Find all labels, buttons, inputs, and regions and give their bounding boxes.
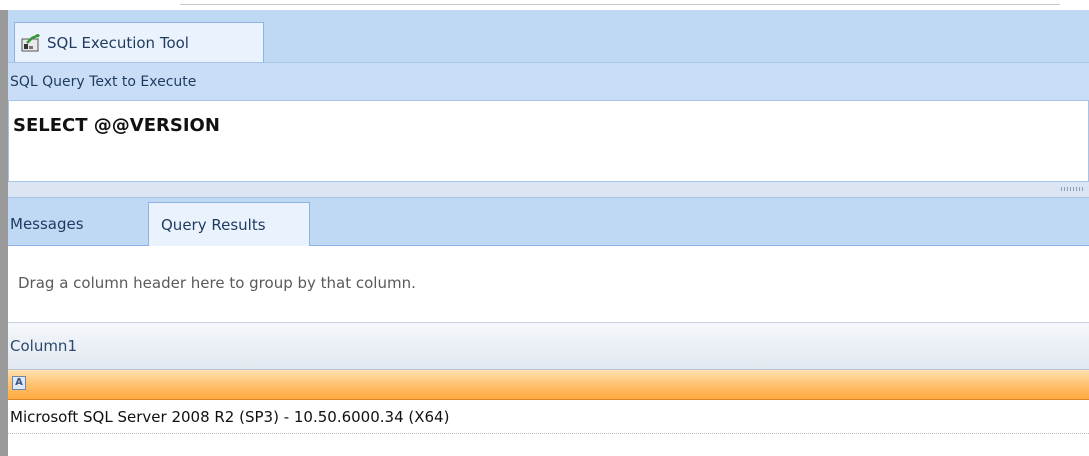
tab-messages-label: Messages — [10, 215, 84, 233]
result-tab-bar: Messages Query Results — [8, 198, 1089, 246]
tab-messages[interactable]: Messages — [8, 202, 146, 246]
query-section-header: SQL Query Text to Execute — [8, 62, 1089, 100]
tab-title: SQL Execution Tool — [47, 33, 189, 52]
splitter-grip-icon[interactable] — [1061, 187, 1083, 191]
group-by-hint: Drag a column header here to group by th… — [18, 274, 416, 292]
tab-sql-execution-tool[interactable]: SQL Execution Tool — [14, 22, 264, 62]
column-header-column1[interactable]: Column1 — [8, 322, 1089, 370]
sql-tool-icon — [21, 33, 41, 52]
column-header-label: Column1 — [10, 337, 77, 355]
group-by-panel[interactable]: Drag a column header here to group by th… — [8, 246, 1089, 322]
filter-a-icon[interactable]: A — [12, 376, 26, 390]
auto-filter-row[interactable]: A — [8, 370, 1089, 400]
table-cell: Microsoft SQL Server 2008 R2 (SP3) - 10.… — [10, 408, 450, 426]
document-tab-bar: SQL Execution Tool — [8, 10, 1089, 62]
sql-query-editor[interactable]: SELECT @@VERSION — [8, 100, 1089, 182]
tab-query-results-label: Query Results — [161, 215, 266, 234]
panel-splitter[interactable] — [8, 182, 1089, 198]
table-row[interactable]: Microsoft SQL Server 2008 R2 (SP3) - 10.… — [8, 400, 1089, 434]
sql-query-text[interactable]: SELECT @@VERSION — [13, 115, 220, 136]
window-top-edge — [0, 0, 1089, 10]
tab-query-results[interactable]: Query Results — [148, 202, 310, 246]
query-section-title: SQL Query Text to Execute — [10, 73, 197, 90]
